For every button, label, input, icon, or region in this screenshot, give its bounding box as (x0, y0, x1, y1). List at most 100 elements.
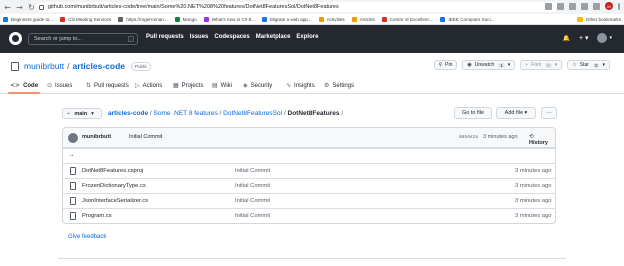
bookmark-item[interactable]: Migrate a web app... (261, 16, 312, 22)
visibility-badge: Public (131, 61, 152, 71)
bookmark-favicon-icon (118, 16, 124, 22)
go-to-file-button[interactable]: Go to file (454, 107, 492, 119)
profile-avatar[interactable]: M (605, 2, 613, 10)
more-options-button[interactable]: ··· (541, 107, 557, 119)
file-name[interactable]: DotNet8Features.csproj (82, 168, 143, 174)
commit-author[interactable]: munibrbutt (82, 134, 111, 140)
file-commit-message[interactable]: Initial Commit (235, 213, 270, 219)
fork-button[interactable]: ⑂ Fork 0 ▾ (520, 60, 563, 70)
bookmark-item[interactable]: Centre of Excellenc... (381, 16, 433, 22)
tab-pull-requests[interactable]: ⇅ Pull requests (86, 82, 129, 89)
nav-pull-requests[interactable]: Pull requests (146, 34, 184, 40)
issue-icon: ⊙ (47, 82, 53, 89)
breadcrumb-current: DotNet8Features (287, 110, 340, 117)
bookmark-item[interactable]: IEEE Computer Soci... (440, 16, 494, 22)
avatar[interactable] (68, 133, 78, 143)
sidebar-icon[interactable] (593, 2, 600, 10)
chevron-down-icon: ▾ (609, 35, 612, 41)
pin-icon: ⚲ (438, 62, 443, 68)
search-input[interactable]: Search or jump to... / (28, 33, 138, 45)
bookmarks-bar: Beginners guide to... Citi Meeting Servic… (0, 14, 624, 25)
other-bookmarks[interactable]: Other bookmarks (576, 17, 621, 22)
nav-marketplace[interactable]: Marketplace (256, 34, 291, 40)
back-arrow-icon[interactable]: ← (3, 3, 12, 12)
file-commit-age: 3 minutes ago (515, 213, 552, 219)
breadcrumb-item[interactable]: DotNet8FeaturesSol (223, 110, 282, 117)
tab-issues[interactable]: ⊙ Issues (47, 82, 72, 89)
share-icon[interactable] (545, 2, 552, 10)
give-feedback-link[interactable]: Give feedback (68, 234, 106, 240)
nav-codespaces[interactable]: Codespaces (214, 34, 249, 40)
unwatch-button[interactable]: ◉ Unwatch 1 ▾ (462, 60, 516, 70)
file-commit-message[interactable]: Initial Commit (235, 168, 270, 174)
bookmark-item[interactable]: Activities (318, 16, 345, 22)
create-new-plus-icon[interactable]: + ▾ (579, 34, 589, 42)
table-row[interactable]: JsonInterfaceSerializer.cs Initial Commi… (63, 193, 555, 208)
repo-owner-link[interactable]: munibrbutt (24, 61, 64, 71)
shield-icon: ◈ (243, 82, 248, 89)
latest-commit-bar: munibrbutt Initial Commit 6654e2a 3 minu… (63, 128, 555, 148)
history-link[interactable]: ⟲ History (529, 134, 555, 146)
bookmark-favicon-icon (318, 16, 324, 22)
table-row[interactable]: DotNet8Features.csproj Initial Commit 3 … (63, 163, 555, 178)
commit-message[interactable]: Initial Commit (129, 134, 162, 140)
github-logo-icon[interactable] (9, 32, 22, 45)
bookmark-item[interactable]: https://rogerroman... (118, 16, 168, 22)
tab-security[interactable]: ◈ Security (243, 82, 272, 89)
menu-dots-icon[interactable] (618, 2, 620, 10)
file-name[interactable]: JsonInterfaceSerializer.cs (82, 198, 148, 204)
url-text: github.com/munibrbutt/articles-code/tree… (48, 4, 339, 10)
file-icon (70, 212, 76, 220)
branch-selector[interactable]: ⑂ main ▾ (62, 108, 102, 119)
table-row[interactable]: FrozenDictionaryType.cs Initial Commit 3… (63, 178, 555, 193)
file-icon (70, 197, 76, 205)
bookmark-favicon-icon (440, 16, 446, 22)
star-button[interactable]: ☆ Star 0 ▾ (567, 60, 610, 70)
file-commit-age: 3 minutes ago (515, 168, 552, 174)
puzzle-icon[interactable] (581, 2, 588, 10)
pin-button[interactable]: ⚲ Pin (433, 60, 458, 70)
file-name[interactable]: Program.cs (82, 213, 112, 219)
forward-arrow-icon[interactable]: → (15, 3, 24, 12)
parent-directory-row[interactable]: .. (63, 148, 555, 163)
breadcrumb-root[interactable]: articles-code (108, 110, 148, 117)
bookmark-item[interactable]: Beginners guide to... (3, 16, 53, 22)
parent-directory-link[interactable]: .. (70, 152, 73, 158)
bookmark-item[interactable]: What's new in C# 8... (203, 16, 255, 22)
bookmark-star-icon[interactable] (557, 2, 564, 10)
tab-code[interactable]: <> Code (10, 82, 38, 89)
tab-actions[interactable]: ▷ Actions (135, 82, 162, 89)
repo-separator: / (67, 61, 70, 71)
repo-name-link[interactable]: articles-code (73, 61, 125, 71)
extension-icon[interactable] (569, 2, 576, 10)
tab-wiki[interactable]: ▤ Wiki (212, 82, 232, 89)
branch-icon: ⑂ (67, 110, 71, 117)
user-menu[interactable]: ▾ (597, 33, 612, 43)
eye-icon: ◉ (467, 62, 472, 68)
file-commit-message[interactable]: Initial Commit (235, 198, 270, 204)
add-file-button[interactable]: Add file ▾ (496, 107, 536, 119)
active-tab-indicator (8, 92, 40, 94)
fork-icon: ⑂ (525, 62, 529, 68)
repo-actions: ⚲ Pin ◉ Unwatch 1 ▾ ⑂ Fork 0 ▾ ☆ Star 0 … (433, 60, 610, 70)
bell-icon[interactable]: 🔔 (562, 35, 569, 42)
tab-insights[interactable]: ∿ Insights (286, 82, 315, 89)
commit-hash[interactable]: 6654e2a (459, 135, 478, 140)
file-commit-message[interactable]: Initial Commit (235, 183, 270, 189)
bookmark-item[interactable]: Mongo (174, 16, 197, 22)
nav-explore[interactable]: Explore (296, 34, 318, 40)
reload-icon[interactable]: ↻ (27, 3, 36, 12)
tab-settings[interactable]: ⚙ Settings (324, 82, 354, 89)
bookmark-item[interactable]: Articles (351, 16, 375, 22)
bookmark-item[interactable]: Citi Meeting Services (60, 16, 111, 22)
bookmark-favicon-icon (3, 16, 8, 22)
bookmark-favicon-icon (261, 16, 267, 22)
tab-projects[interactable]: ▦ Projects (173, 82, 203, 89)
table-row[interactable]: Program.cs Initial Commit 3 minutes ago (63, 208, 555, 223)
url-field[interactable]: github.com/munibrbutt/articles-code/tree… (36, 2, 558, 12)
breadcrumb-item[interactable]: Some .NET 8 features (154, 110, 218, 117)
file-name[interactable]: FrozenDictionaryType.cs (82, 183, 146, 189)
header-right: 🔔 + ▾ ▾ (562, 33, 612, 43)
nav-issues[interactable]: Issues (190, 34, 209, 40)
file-commit-age: 3 minutes ago (515, 183, 552, 189)
